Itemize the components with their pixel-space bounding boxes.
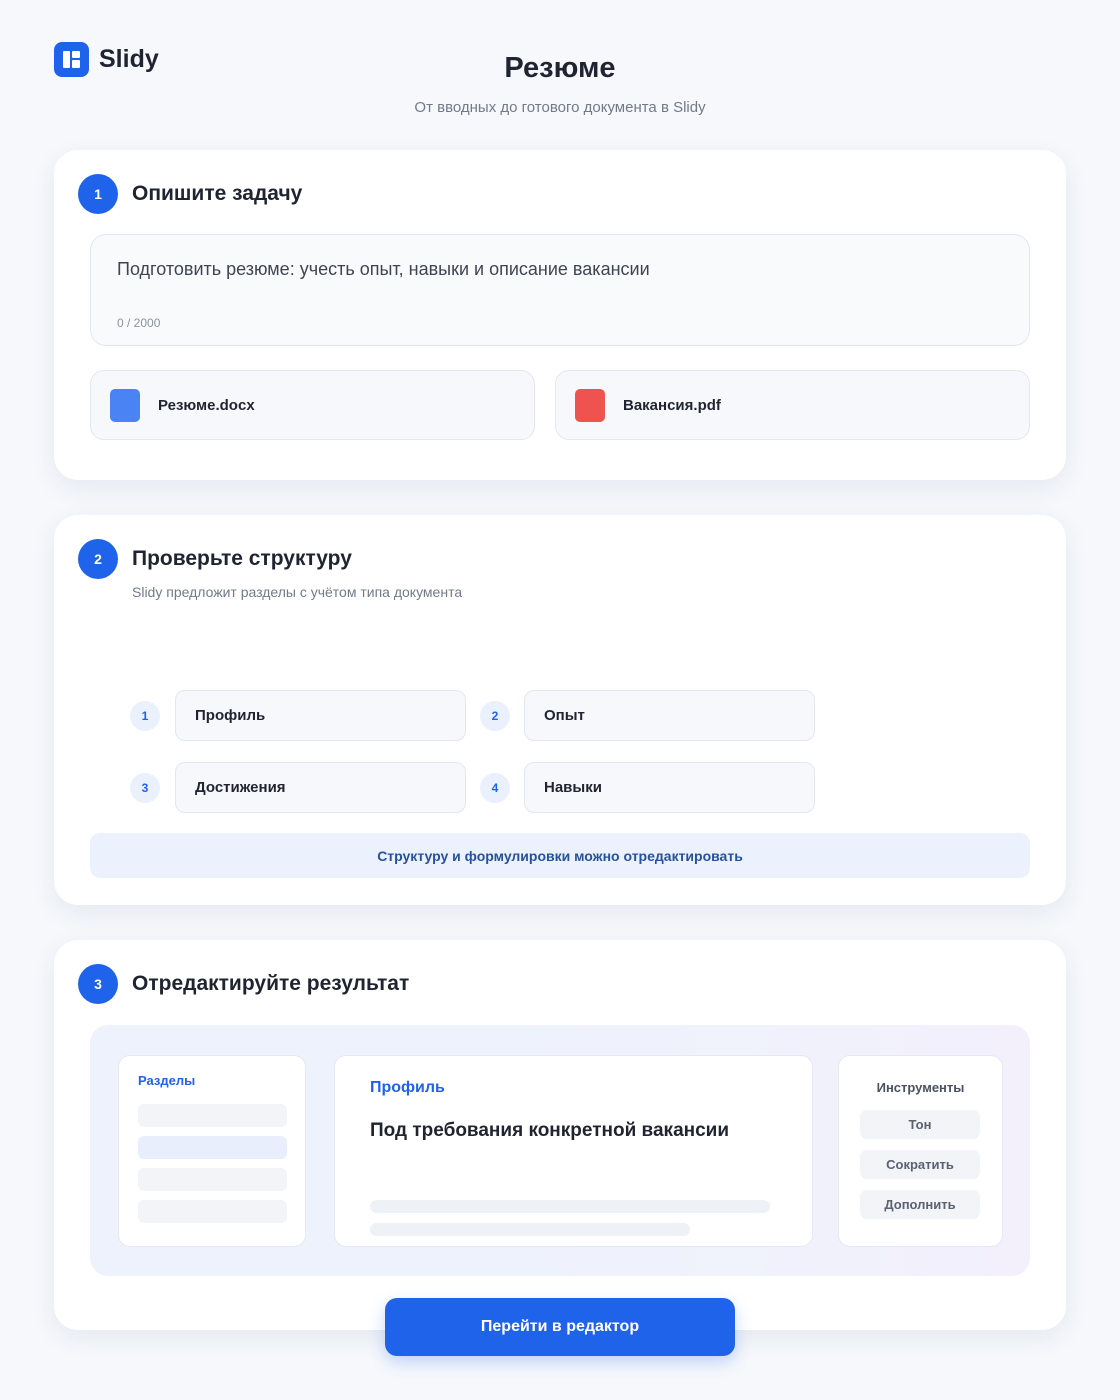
section-placeholder-active[interactable]: [138, 1136, 287, 1159]
file-name: Вакансия.pdf: [623, 396, 721, 414]
text-placeholder-line: [370, 1200, 770, 1213]
section-item-profile[interactable]: Профиль: [175, 690, 466, 741]
attached-file[interactable]: Резюме.docx: [90, 370, 535, 440]
section-number: 3: [130, 773, 160, 803]
docx-file-icon: [110, 388, 140, 422]
tools-panel: Инструменты Тон Сократить Дополнить: [838, 1055, 1003, 1247]
attached-file[interactable]: Вакансия.pdf: [555, 370, 1030, 440]
step-number-badge: 1: [78, 174, 118, 214]
section-placeholder[interactable]: [138, 1200, 287, 1223]
section-number: 1: [130, 701, 160, 731]
step-number-badge: 2: [78, 539, 118, 579]
tools-panel-title: Инструменты: [876, 1080, 965, 1095]
tone-button[interactable]: Тон: [860, 1110, 980, 1139]
section-heading: Под требования конкретной вакансии: [370, 1120, 730, 1141]
section-item-achievements[interactable]: Достижения: [175, 762, 466, 813]
page-subtitle: От вводных до готового документа в Slidy: [414, 99, 706, 116]
document-panel: Профиль Под требования конкретной ваканс…: [334, 1055, 813, 1247]
section-item-skills[interactable]: Навыки: [524, 762, 815, 813]
sections-panel-title: Разделы: [138, 1073, 196, 1088]
section-placeholder[interactable]: [138, 1104, 287, 1127]
pdf-file-icon: [575, 388, 605, 422]
section-number: 2: [480, 701, 510, 731]
page-title: Резюме: [504, 52, 616, 84]
step-card-describe-task: 1 Опишите задачу Подготовить резюме: уче…: [54, 150, 1066, 480]
section-number: 4: [480, 773, 510, 803]
step-title: Опишите задачу: [132, 182, 303, 205]
step-number-badge: 3: [78, 964, 118, 1004]
file-name: Резюме.docx: [158, 396, 255, 414]
step-title: Отредактируйте результат: [132, 972, 410, 995]
open-editor-button[interactable]: Перейти в редактор: [385, 1298, 735, 1356]
section-placeholder[interactable]: [138, 1168, 287, 1191]
task-input-text: Подготовить резюме: учесть опыт, навыки …: [117, 259, 650, 279]
shorten-button[interactable]: Сократить: [860, 1150, 980, 1179]
step-description: Slidy предложит разделы с учётом типа до…: [132, 584, 463, 600]
text-placeholder-line: [370, 1223, 690, 1236]
edit-hint-banner: Структуру и формулировки можно отредакти…: [90, 833, 1030, 878]
current-section-label: Профиль: [370, 1079, 445, 1096]
section-item-experience[interactable]: Опыт: [524, 690, 815, 741]
editor-preview: Разделы Профиль Под требования конкретно…: [90, 1025, 1030, 1276]
sections-panel: Разделы: [118, 1055, 306, 1247]
step-title: Проверьте структуру: [132, 547, 352, 570]
task-input[interactable]: Подготовить резюме: учесть опыт, навыки …: [90, 234, 1030, 346]
expand-button[interactable]: Дополнить: [860, 1190, 980, 1219]
step-card-check-structure: 2 Проверьте структуру Slidy предложит ра…: [54, 515, 1066, 905]
char-counter: 0 / 2000: [117, 316, 161, 330]
step-card-edit-result: 3 Отредактируйте результат Разделы Профи…: [54, 940, 1066, 1330]
